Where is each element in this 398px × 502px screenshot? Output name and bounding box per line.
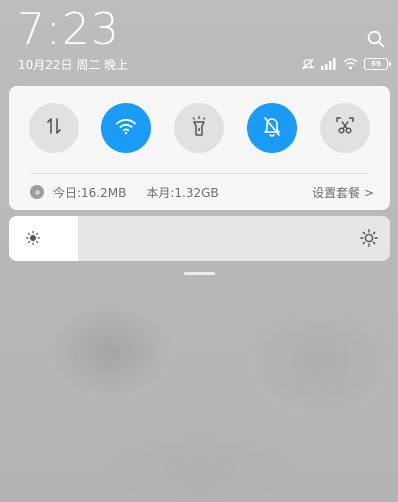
panel-divider <box>29 173 370 174</box>
data-usage-today: 今日:16.2MB <box>53 185 127 200</box>
drag-handle[interactable] <box>184 272 215 275</box>
data-usage-month: 本月:1.32GB <box>146 185 219 200</box>
brightness-slider[interactable] <box>9 216 390 261</box>
do-not-disturb-icon <box>301 58 315 71</box>
wifi-status-icon <box>343 58 358 70</box>
clock-time: 7:23 <box>17 4 120 55</box>
search-icon[interactable] <box>367 30 385 48</box>
date-label: 10月22日 周二 晚上 <box>18 58 129 72</box>
toggle-screenshot[interactable] <box>320 103 370 153</box>
brightness-low-icon <box>25 230 41 250</box>
toggle-wifi[interactable] <box>101 103 151 153</box>
quick-settings-panel: 今日:16.2MB 本月:1.32GB 设置套餐 > <box>9 86 390 210</box>
toggle-flashlight[interactable] <box>174 103 224 153</box>
data-usage-row: 今日:16.2MB 本月:1.32GB 设置套餐 > <box>30 182 374 202</box>
wifi-icon <box>115 117 137 139</box>
battery-icon: 69 <box>364 58 391 70</box>
brightness-high-icon <box>360 229 378 251</box>
bell-mute-icon <box>262 115 282 141</box>
toggle-silent-mode[interactable] <box>247 103 297 153</box>
mobile-data-icon <box>44 116 64 140</box>
brightness-slider-fill[interactable] <box>9 216 78 261</box>
plan-settings-link[interactable]: 设置套餐 > <box>312 184 374 201</box>
status-bar-icons: 69 <box>301 57 391 71</box>
brightness-slider-track[interactable] <box>77 216 390 261</box>
flashlight-icon <box>189 115 209 141</box>
data-usage-icon <box>30 185 44 199</box>
toggle-mobile-data[interactable] <box>29 103 79 153</box>
cellular-signal-icon <box>321 58 337 70</box>
scissors-icon <box>335 116 355 140</box>
